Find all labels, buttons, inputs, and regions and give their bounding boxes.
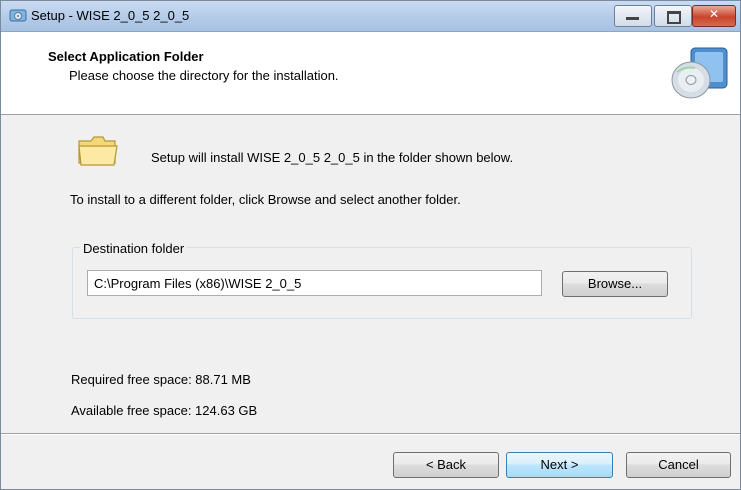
browse-button[interactable]: Browse... [562, 271, 668, 297]
install-message: Setup will install WISE 2_0_5 2_0_5 in t… [151, 150, 514, 165]
folder-icon [78, 136, 118, 166]
page-subtitle: Please choose the directory for the inst… [69, 68, 339, 83]
wizard-header: Select Application Folder Please choose … [1, 32, 740, 115]
cancel-button[interactable]: Cancel [626, 452, 731, 478]
minimize-icon [626, 17, 639, 20]
available-space-label: Available free space: 124.63 GB [71, 403, 258, 418]
close-button[interactable]: ✕ [692, 5, 736, 27]
window-title: Setup - WISE 2_0_5 2_0_5 [31, 8, 190, 23]
required-space-label: Required free space: 88.71 MB [71, 372, 251, 387]
footer-divider [1, 433, 740, 435]
maximize-button[interactable] [654, 5, 692, 27]
destination-label: Destination folder [80, 241, 188, 256]
next-button[interactable]: Next > [506, 452, 613, 478]
title-bar[interactable]: Setup - WISE 2_0_5 2_0_5 ✕ [1, 1, 740, 32]
close-icon: ✕ [708, 7, 720, 21]
destination-path-input[interactable] [87, 270, 542, 296]
setup-window: Setup - WISE 2_0_5 2_0_5 ✕ Select Applic… [0, 0, 741, 490]
minimize-button[interactable] [614, 5, 652, 27]
setup-app-icon [9, 9, 27, 22]
page-title: Select Application Folder [48, 49, 204, 64]
maximize-icon [667, 11, 681, 24]
disc-install-icon [671, 47, 728, 99]
back-button[interactable]: < Back [393, 452, 499, 478]
browse-instruction: To install to a different folder, click … [70, 192, 461, 207]
